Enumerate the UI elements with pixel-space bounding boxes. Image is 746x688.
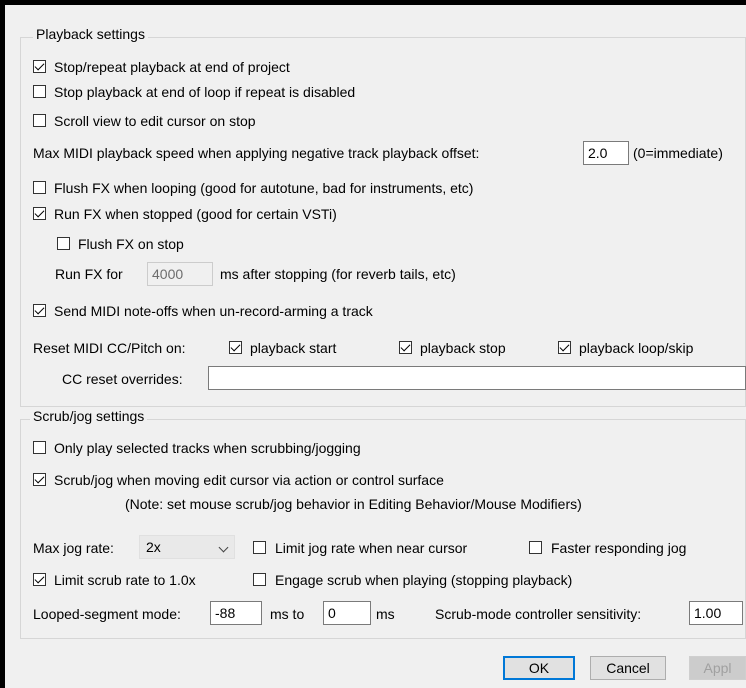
flush-fx-looping-checkbox[interactable] (33, 181, 46, 194)
looped-segment-unit: ms (376, 606, 395, 622)
scrub-moving-cursor-label: Scrub/jog when moving edit cursor via ac… (54, 472, 444, 488)
stop-end-loop-label: Stop playback at end of loop if repeat i… (54, 84, 356, 100)
stop-repeat-checkbox[interactable] (33, 60, 46, 73)
reset-playback-start-label: playback start (250, 340, 337, 356)
scroll-view-checkbox[interactable] (33, 114, 46, 127)
flush-fx-stop-label: Flush FX on stop (78, 236, 184, 252)
reset-playback-stop-checkbox[interactable] (399, 341, 412, 354)
limit-jog-near-cursor-label: Limit jog rate when near cursor (275, 540, 468, 556)
ok-button[interactable]: OK (503, 656, 575, 680)
preferences-panel: Playback settings Stop/repeat playback a… (5, 5, 746, 688)
send-midi-noteoffs-checkbox[interactable] (33, 304, 46, 317)
send-midi-noteoffs-label: Send MIDI note-offs when un-record-armin… (54, 303, 373, 319)
engage-scrub-checkbox[interactable] (253, 573, 266, 586)
only-selected-tracks-checkbox[interactable] (33, 441, 46, 454)
looped-segment-label: Looped-segment mode: (33, 606, 181, 622)
run-fx-stopped-label: Run FX when stopped (good for certain VS… (54, 206, 337, 222)
reset-playback-loop-checkbox[interactable] (558, 341, 571, 354)
only-selected-tracks-label: Only play selected tracks when scrubbing… (54, 440, 361, 456)
scrub-moving-cursor-checkbox[interactable] (33, 473, 46, 486)
max-midi-speed-label: Max MIDI playback speed when applying ne… (33, 145, 480, 161)
faster-responding-jog-label: Faster responding jog (551, 540, 687, 556)
limit-jog-near-cursor-checkbox[interactable] (253, 541, 266, 554)
run-fx-stopped-checkbox[interactable] (33, 207, 46, 220)
max-jog-rate-value: 2x (146, 539, 161, 555)
engage-scrub-label: Engage scrub when playing (stopping play… (275, 572, 573, 588)
cc-reset-overrides-input[interactable] (208, 366, 746, 390)
max-midi-speed-input[interactable]: 2.0 (583, 141, 629, 165)
run-fx-for-label: Run FX for (55, 266, 123, 282)
apply-button[interactable]: Appl (689, 656, 746, 680)
max-jog-rate-label: Max jog rate: (33, 540, 114, 556)
playback-settings-title: Playback settings (33, 25, 148, 43)
reset-playback-stop-label: playback stop (420, 340, 506, 356)
flush-fx-stop-checkbox[interactable] (57, 237, 70, 250)
reset-midi-label: Reset MIDI CC/Pitch on: (33, 340, 186, 356)
limit-scrub-rate-checkbox[interactable] (33, 573, 46, 586)
limit-scrub-rate-label: Limit scrub rate to 1.0x (54, 572, 196, 588)
looped-segment-ms-to: ms to (270, 606, 305, 622)
flush-fx-looping-label: Flush FX when looping (good for autotune… (54, 180, 474, 196)
run-fx-for-suffix: ms after stopping (for reverb tails, etc… (220, 266, 456, 282)
scrub-jog-settings-title: Scrub/jog settings (30, 407, 148, 425)
scroll-view-label: Scroll view to edit cursor on stop (54, 113, 256, 129)
chevron-down-icon (218, 542, 229, 553)
stop-end-loop-checkbox[interactable] (33, 85, 46, 98)
stop-repeat-label: Stop/repeat playback at end of project (54, 59, 290, 75)
faster-responding-jog-checkbox[interactable] (529, 541, 542, 554)
reset-playback-loop-label: playback loop/skip (579, 340, 694, 356)
cc-reset-overrides-label: CC reset overrides: (62, 371, 183, 387)
max-jog-rate-select[interactable]: 2x (139, 535, 235, 559)
looped-segment-from-input[interactable]: -88 (210, 601, 262, 625)
reset-playback-start-checkbox[interactable] (229, 341, 242, 354)
max-midi-speed-hint: (0=immediate) (633, 145, 723, 161)
cancel-button[interactable]: Cancel (590, 656, 666, 680)
scrub-note: (Note: set mouse scrub/jog behavior in E… (125, 496, 582, 512)
scrub-sensitivity-input[interactable]: 1.00 (689, 601, 743, 625)
looped-segment-to-input[interactable]: 0 (323, 601, 371, 625)
run-fx-for-input[interactable]: 4000 (147, 262, 213, 286)
scrub-sensitivity-label: Scrub-mode controller sensitivity: (435, 606, 642, 622)
